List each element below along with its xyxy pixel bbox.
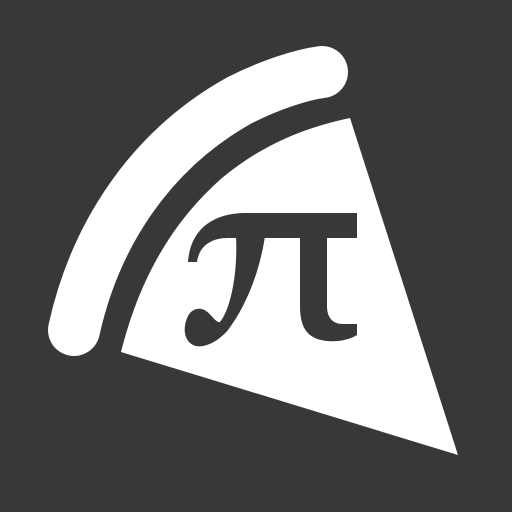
app-icon xyxy=(0,0,512,512)
pizza-slice-pi-icon xyxy=(48,46,458,455)
